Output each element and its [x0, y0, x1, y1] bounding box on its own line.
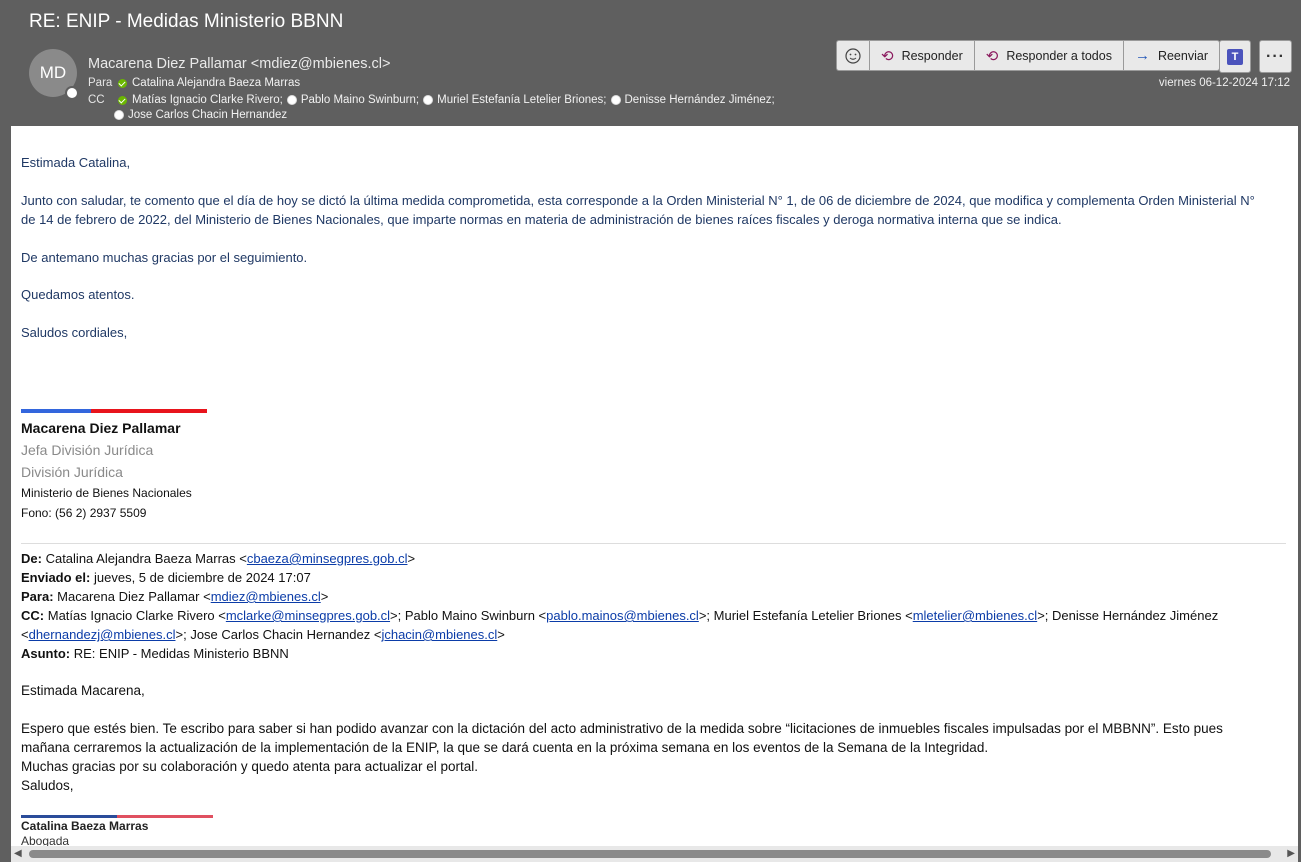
scroll-right-icon[interactable]: ▶ — [1287, 848, 1295, 859]
offline-status-icon — [610, 95, 621, 105]
to-label: Para — [88, 77, 113, 89]
cc-label: CC — [88, 94, 105, 106]
presence-status-icon — [65, 86, 79, 100]
quoted-subject: Asunto: RE: ENIP - Medidas Ministerio BB… — [21, 646, 289, 661]
cc-recipient[interactable]: Jose Carlos Chacin Hernandez — [128, 109, 287, 121]
signature-division: División Jurídica — [21, 464, 123, 480]
quoted-line: mañana cerraremos la actualización de la… — [21, 740, 989, 755]
reply-icon: ⟲ — [881, 47, 894, 65]
forward-button[interactable]: → Reenviar — [1122, 40, 1220, 71]
offline-status-icon — [423, 95, 434, 105]
quoted-sent: Enviado el: jueves, 5 de diciembre de 20… — [21, 570, 311, 585]
cc-recipient[interactable]: Matías Ignacio Clarke Rivero; — [132, 94, 283, 106]
quoted-cc: CC: Matías Ignacio Clarke Rivero <mclark… — [21, 608, 1219, 623]
paragraph: Quedamos atentos. — [21, 287, 135, 302]
quoted-from: De: Catalina Alejandra Baeza Marras <cba… — [21, 551, 416, 566]
closing: Saludos cordiales, — [21, 325, 128, 340]
more-actions-button[interactable]: ··· — [1259, 40, 1292, 73]
message-header: RE: ENIP - Medidas Ministerio BBNN MD Ma… — [0, 0, 1301, 126]
email-link[interactable]: dhernandezj@mbienes.cl — [29, 627, 176, 642]
quoted-divider — [21, 543, 1286, 544]
email-link[interactable]: jchacin@mbienes.cl — [381, 627, 497, 642]
sender-name[interactable]: Macarena Diez Pallamar <mdiez@mbienes.cl… — [88, 56, 390, 72]
teams-button[interactable]: T — [1219, 40, 1251, 73]
reply-button[interactable]: ⟲ Responder — [869, 40, 974, 71]
reply-all-label: Responder a todos — [1006, 48, 1112, 63]
email-link[interactable]: mclarke@minsegpres.gob.cl — [226, 608, 390, 623]
cc-recipient[interactable]: Denisse Hernández Jiménez; — [625, 94, 775, 106]
quoted-signature-role: Abogada — [21, 834, 70, 846]
to-recipients: Para Catalina Alejandra Baeza Marras — [88, 77, 300, 89]
cc-recipients: CC Matías Ignacio Clarke Rivero; Pablo M… — [88, 94, 775, 106]
signature-role: Jefa División Jurídica — [21, 442, 154, 458]
quoted-line: Muchas gracias por su colaboración y que… — [21, 759, 479, 774]
quoted-line: Espero que estés bien. Te escribo para s… — [21, 721, 1223, 736]
cc-recipient[interactable]: Pablo Maino Swinburn; — [301, 94, 419, 106]
cc-recipients-line2: Jose Carlos Chacin Hernandez — [114, 109, 287, 121]
horizontal-scrollbar[interactable]: ◀ ▶ — [11, 846, 1298, 862]
reply-all-icon: ⟲ — [985, 47, 999, 65]
reply-all-button[interactable]: ⟲ Responder a todos — [973, 40, 1123, 71]
message-subject: RE: ENIP - Medidas Ministerio BBNN — [29, 11, 344, 32]
sent-date: viernes 06-12-2024 17:12 — [1158, 77, 1290, 89]
greeting: Estimada Catalina, — [21, 155, 131, 170]
forward-icon: → — [1134, 47, 1150, 64]
scroll-left-icon[interactable]: ◀ — [14, 848, 22, 859]
quoted-to: Para: Macarena Diez Pallamar <mdiez@mbie… — [21, 589, 329, 604]
quoted-line: Saludos, — [21, 778, 74, 793]
offline-status-icon — [114, 110, 124, 120]
email-link[interactable]: mletelier@mbienes.cl — [913, 608, 1037, 623]
available-status-icon — [118, 78, 127, 88]
signature-org: Ministerio de Bienes Nacionales — [21, 486, 192, 500]
emoji-reaction-button[interactable] — [836, 40, 869, 71]
message-body: Estimada Catalina, Junto con saludar, te… — [11, 126, 1298, 846]
offline-status-icon — [286, 95, 297, 105]
available-status-icon — [118, 95, 127, 105]
email-link[interactable]: pablo.mainos@mbienes.cl — [546, 608, 699, 623]
quoted-greeting: Estimada Macarena, — [21, 683, 145, 698]
reply-label: Responder — [901, 48, 963, 63]
paragraph: De antemano muchas gracias por el seguim… — [21, 250, 308, 265]
signature-phone: Fono: (56 2) 2937 5509 — [21, 506, 147, 520]
paragraph-line: Junto con saludar, te comento que el día… — [21, 193, 1255, 208]
cc-recipient[interactable]: Muriel Estefanía Letelier Briones; — [437, 94, 606, 106]
email-link[interactable]: cbaeza@minsegpres.gob.cl — [247, 551, 408, 566]
action-toolbar: ⟲ Responder ⟲ Responder a todos → Reenvi… — [836, 40, 1220, 71]
scrollbar-thumb[interactable] — [29, 850, 1271, 858]
quoted-signature-name: Catalina Baeza Marras — [21, 819, 149, 833]
forward-label: Reenviar — [1157, 48, 1208, 63]
to-recipient[interactable]: Catalina Alejandra Baeza Marras — [132, 77, 300, 89]
signature-name: Macarena Diez Pallamar — [21, 420, 181, 436]
quoted-signature-bar — [21, 815, 213, 818]
email-link[interactable]: mdiez@mbienes.cl — [211, 589, 321, 604]
quoted-cc-line2: <dhernandezj@mbienes.cl>; Jose Carlos Ch… — [21, 627, 505, 642]
emoji-icon — [845, 47, 861, 64]
signature-color-bar — [21, 409, 207, 413]
paragraph-line: de 14 de febrero de 2022, del Ministerio… — [21, 212, 1062, 227]
teams-icon: T — [1227, 48, 1243, 65]
